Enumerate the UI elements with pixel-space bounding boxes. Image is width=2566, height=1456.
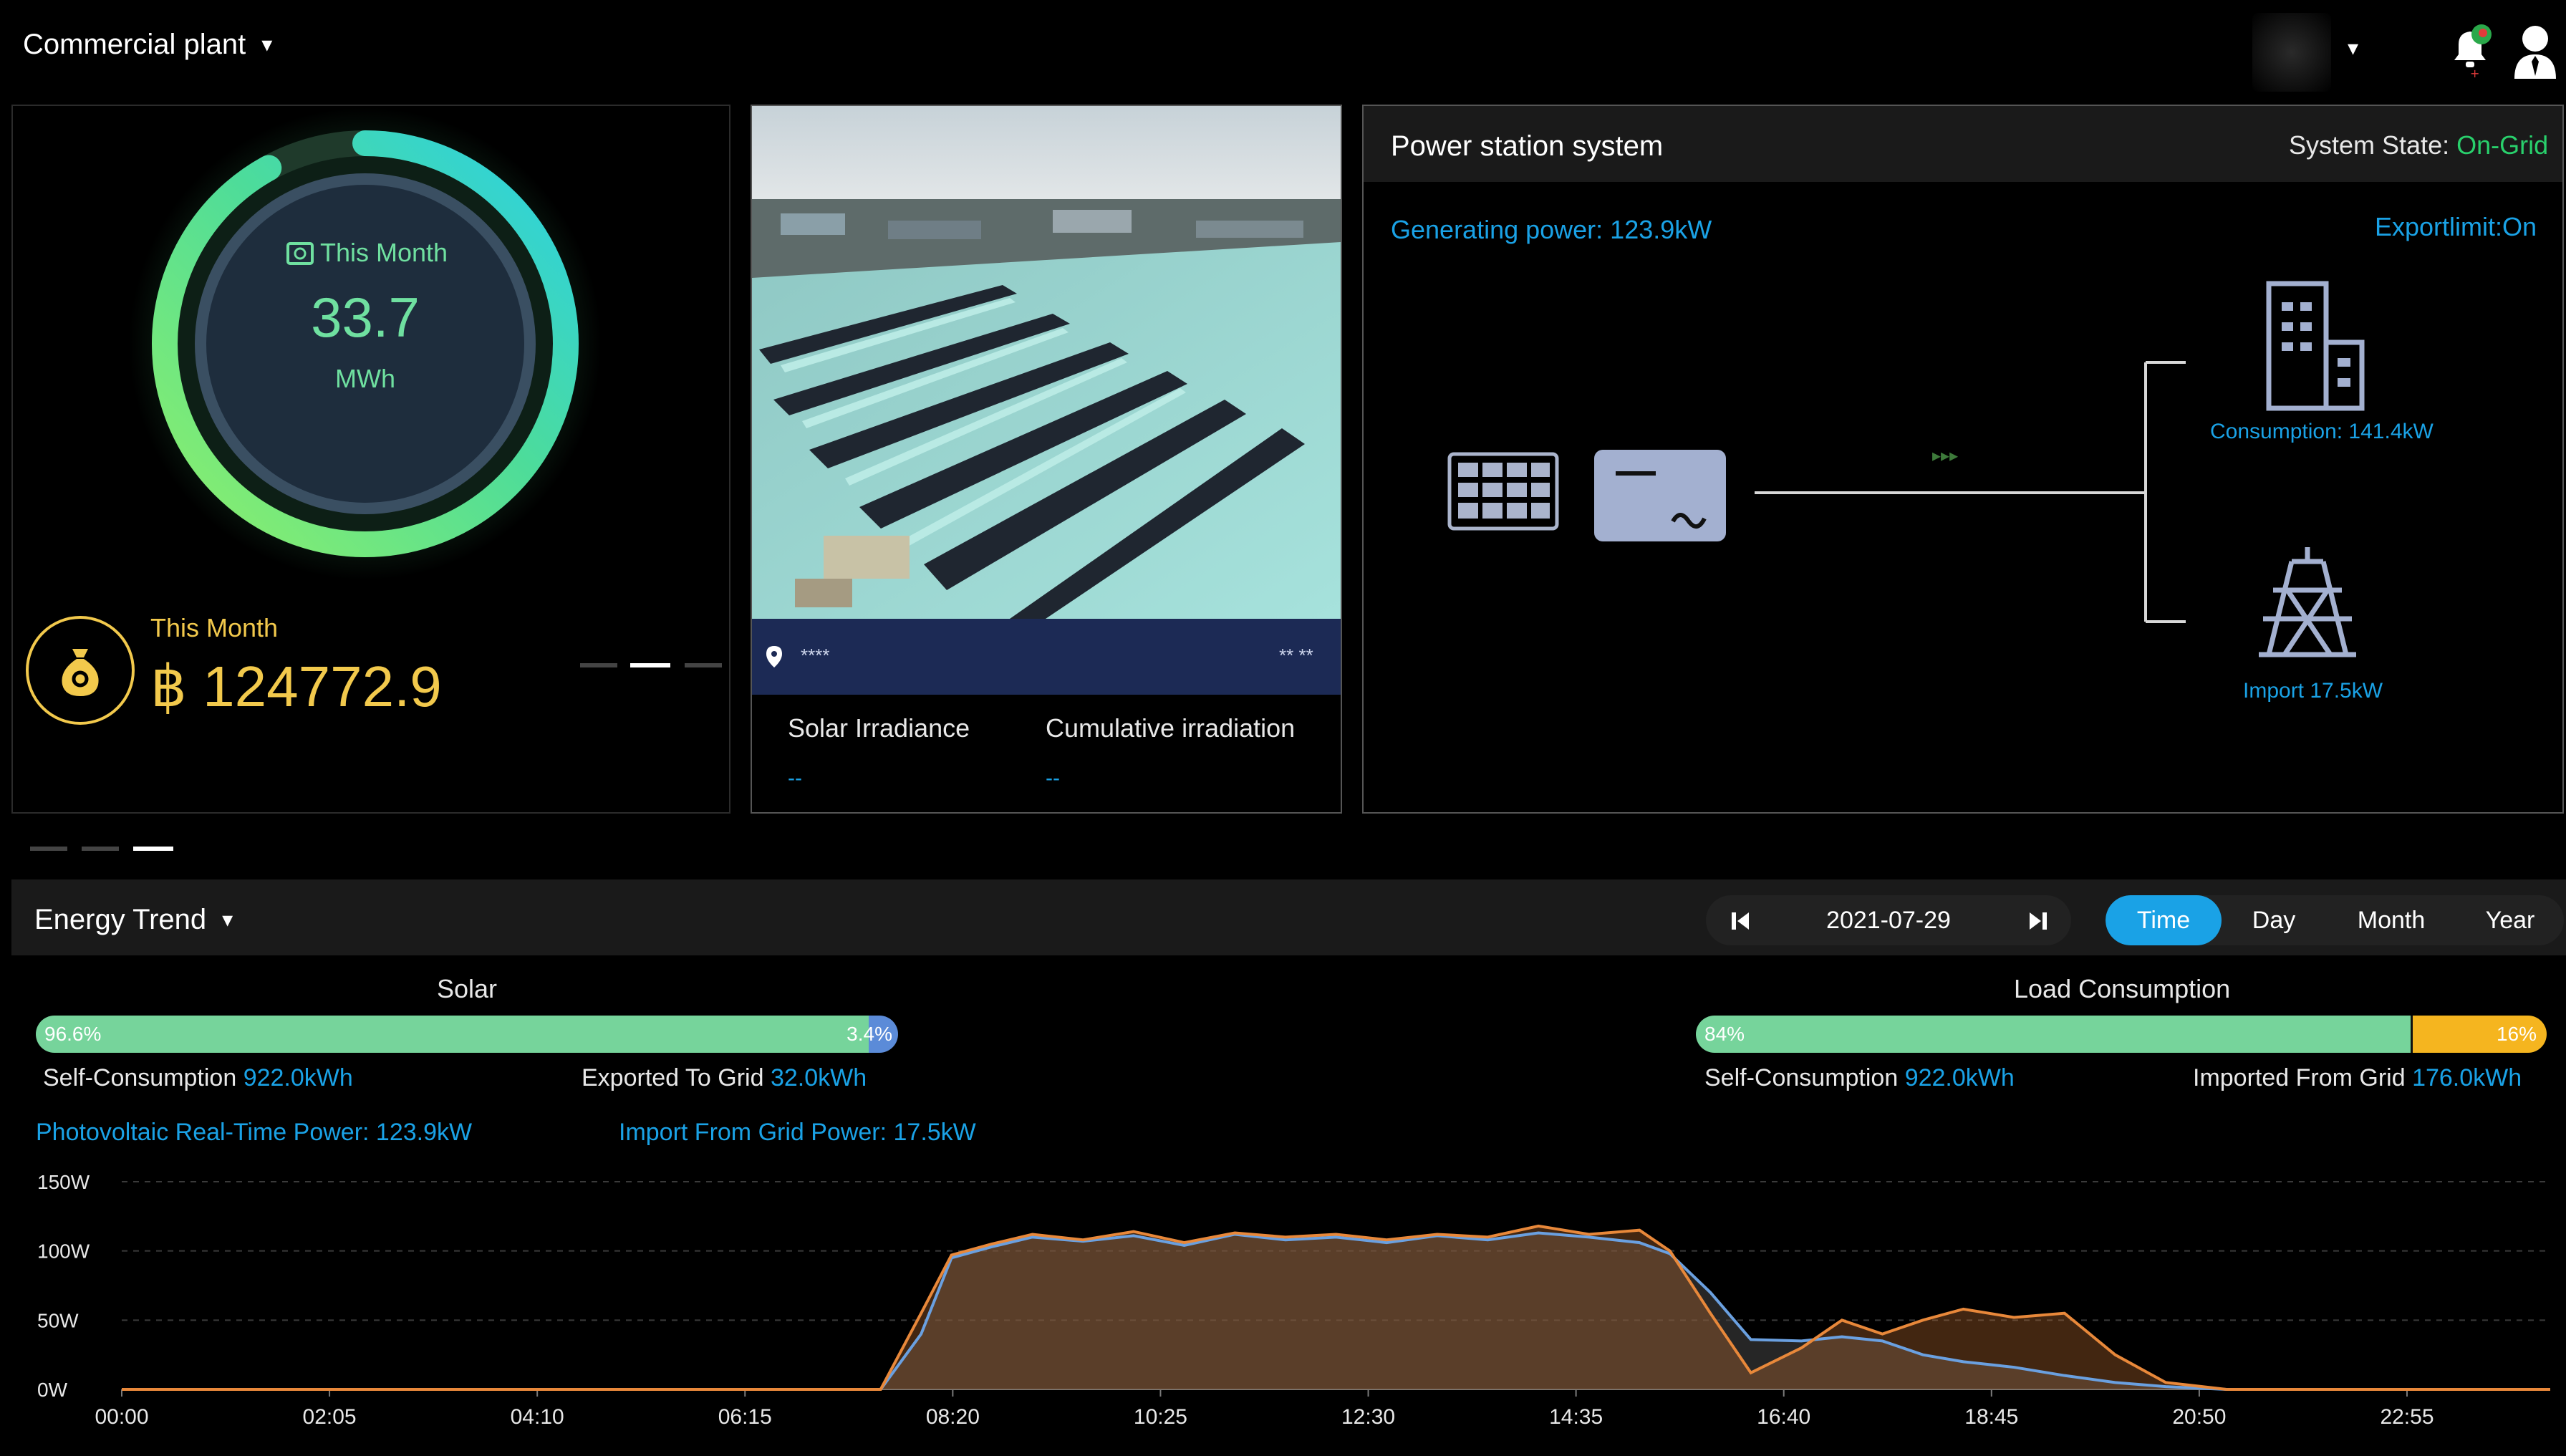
top-bar bbox=[0, 0, 2566, 100]
solar-panel-icon bbox=[1447, 452, 1559, 531]
page-dot-active[interactable] bbox=[133, 847, 173, 851]
power-tower-icon bbox=[2259, 547, 2356, 657]
plant-name: Commercial plant bbox=[23, 29, 246, 60]
system-state: System State: On-Grid bbox=[2289, 130, 2548, 160]
x-tick-label: 02:05 bbox=[303, 1405, 357, 1429]
pv-realtime-power: Photovoltaic Real-Time Power: 123.9kW bbox=[36, 1119, 473, 1146]
month-energy-unit: MWh bbox=[335, 364, 395, 393]
next-date-button[interactable] bbox=[2024, 907, 2053, 935]
x-tick-label: 08:20 bbox=[926, 1405, 980, 1429]
notification-bell-icon[interactable]: + bbox=[2446, 23, 2496, 80]
location-pin-icon bbox=[766, 646, 782, 667]
load-self-consumption: Self-Consumption 922.0kWh bbox=[1704, 1064, 2015, 1092]
exported-to-grid-value: 32.0kWh bbox=[770, 1064, 867, 1091]
chevron-down-icon[interactable]: ▾ bbox=[2348, 36, 2358, 61]
x-tick-label: 18:45 bbox=[1964, 1405, 2018, 1429]
exported-to-grid-label: Exported To Grid bbox=[582, 1064, 771, 1091]
solar-irradiance-label: Solar Irradiance bbox=[788, 713, 970, 743]
solar-self-consumption: Self-Consumption 922.0kWh bbox=[43, 1064, 353, 1092]
income-value: ฿ 124772.9 bbox=[150, 655, 442, 718]
load-consumption-title: Load Consumption bbox=[2014, 974, 2231, 1003]
solar-self-consumption-value: 922.0kWh bbox=[243, 1064, 353, 1091]
energy-trend-selector[interactable]: Energy Trend ▾ bbox=[34, 904, 233, 936]
cumulative-irradiation-label: Cumulative irradiation bbox=[1046, 713, 1296, 743]
svg-text:+: + bbox=[2470, 67, 2479, 80]
power-station-title: Power station system bbox=[1391, 130, 1664, 162]
user-icon[interactable] bbox=[2510, 21, 2560, 82]
month-energy-value: 33.7 bbox=[311, 286, 420, 349]
load-share-bar: 84% 16% bbox=[1696, 1016, 2547, 1053]
imported-from-grid-label: Imported From Grid bbox=[2193, 1064, 2413, 1091]
solar-self-consumption-label: Self-Consumption bbox=[43, 1064, 243, 1091]
y-tick-label: 100W bbox=[37, 1240, 90, 1263]
location-text: **** bbox=[801, 645, 830, 666]
x-tick-label: 10:25 bbox=[1134, 1405, 1187, 1429]
energy-trend-chart: 0W 50W 100W 150W 00:00 02:05 04:10 06:15 08:20 10… bbox=[37, 1171, 2550, 1429]
x-tick-label: 04:10 bbox=[511, 1405, 564, 1429]
chevron-down-icon: ▾ bbox=[222, 908, 233, 932]
grid-import-power: Import From Grid Power: 17.5kW bbox=[619, 1119, 976, 1146]
load-import-share: 16% bbox=[2410, 1016, 2547, 1053]
location-detail-text: ** ** bbox=[1279, 645, 1313, 666]
exported-to-grid: Exported To Grid 32.0kWh bbox=[582, 1064, 867, 1092]
account-avatar[interactable] bbox=[2252, 13, 2331, 92]
energy-flow-diagram: ▸▸▸ bbox=[1447, 281, 2365, 657]
page-dot[interactable] bbox=[82, 847, 119, 851]
y-tick-label: 0W bbox=[37, 1379, 68, 1401]
consumption-label: Consumption: 141.4kW bbox=[2210, 420, 2434, 443]
chevron-down-icon: ▾ bbox=[261, 33, 273, 57]
carousel-dot-active[interactable] bbox=[630, 663, 670, 667]
system-state-value: On-Grid bbox=[2456, 130, 2549, 160]
plant-selector[interactable]: Commercial plant ▾ bbox=[23, 29, 272, 61]
money-bag-icon bbox=[26, 616, 135, 725]
date-display[interactable]: 2021-07-29 bbox=[1706, 907, 2071, 935]
tab-month[interactable]: Month bbox=[2326, 895, 2456, 945]
solar-title: Solar bbox=[437, 974, 498, 1003]
load-self-consumption-value: 922.0kWh bbox=[1904, 1064, 2015, 1091]
x-tick-label: 14:35 bbox=[1549, 1405, 1603, 1429]
imported-from-grid: Imported From Grid 176.0kWh bbox=[2193, 1064, 2522, 1092]
page-dot[interactable] bbox=[30, 847, 67, 851]
grid-import-label: Import 17.5kW bbox=[2243, 679, 2383, 703]
solar-irradiance-value: -- bbox=[788, 766, 802, 790]
time-range-tabs: Time Day Month Year bbox=[2106, 895, 2564, 945]
x-tick-label: 00:00 bbox=[95, 1405, 148, 1429]
x-tick-label: 12:30 bbox=[1341, 1405, 1395, 1429]
income-label: This Month bbox=[150, 613, 279, 642]
plant-photo bbox=[752, 106, 1341, 619]
flow-arrows: ▸▸▸ bbox=[1932, 445, 1958, 466]
x-tick-label: 20:50 bbox=[2172, 1405, 2226, 1429]
y-tick-label: 50W bbox=[37, 1309, 79, 1331]
building-icon bbox=[2266, 281, 2365, 411]
system-state-label: System State: bbox=[2289, 130, 2457, 160]
photo-caption-bar bbox=[752, 619, 1341, 695]
tab-time[interactable]: Time bbox=[2106, 895, 2222, 945]
y-tick-label: 150W bbox=[37, 1171, 90, 1193]
x-tick-label: 16:40 bbox=[1757, 1405, 1810, 1429]
cumulative-irradiation-value: -- bbox=[1046, 766, 1060, 790]
inverter-icon bbox=[1594, 450, 1726, 541]
load-self-consumption-label: Self-Consumption bbox=[1704, 1064, 1905, 1091]
solar-self-share: 96.6% bbox=[36, 1016, 869, 1053]
x-tick-label: 22:55 bbox=[2380, 1405, 2434, 1429]
tab-day[interactable]: Day bbox=[2222, 895, 2326, 945]
month-energy-label: This Month bbox=[319, 238, 448, 267]
imported-from-grid-value: 176.0kWh bbox=[2412, 1064, 2522, 1091]
energy-trend-title: Energy Trend bbox=[34, 904, 207, 935]
carousel-dot[interactable] bbox=[685, 663, 722, 667]
load-self-share: 84% bbox=[1696, 1016, 2411, 1053]
solar-share-bar: 96.6% 3.4% bbox=[36, 1016, 898, 1053]
tab-year[interactable]: Year bbox=[2456, 895, 2564, 945]
x-tick-label: 06:15 bbox=[718, 1405, 772, 1429]
carousel-dot[interactable] bbox=[580, 663, 617, 667]
